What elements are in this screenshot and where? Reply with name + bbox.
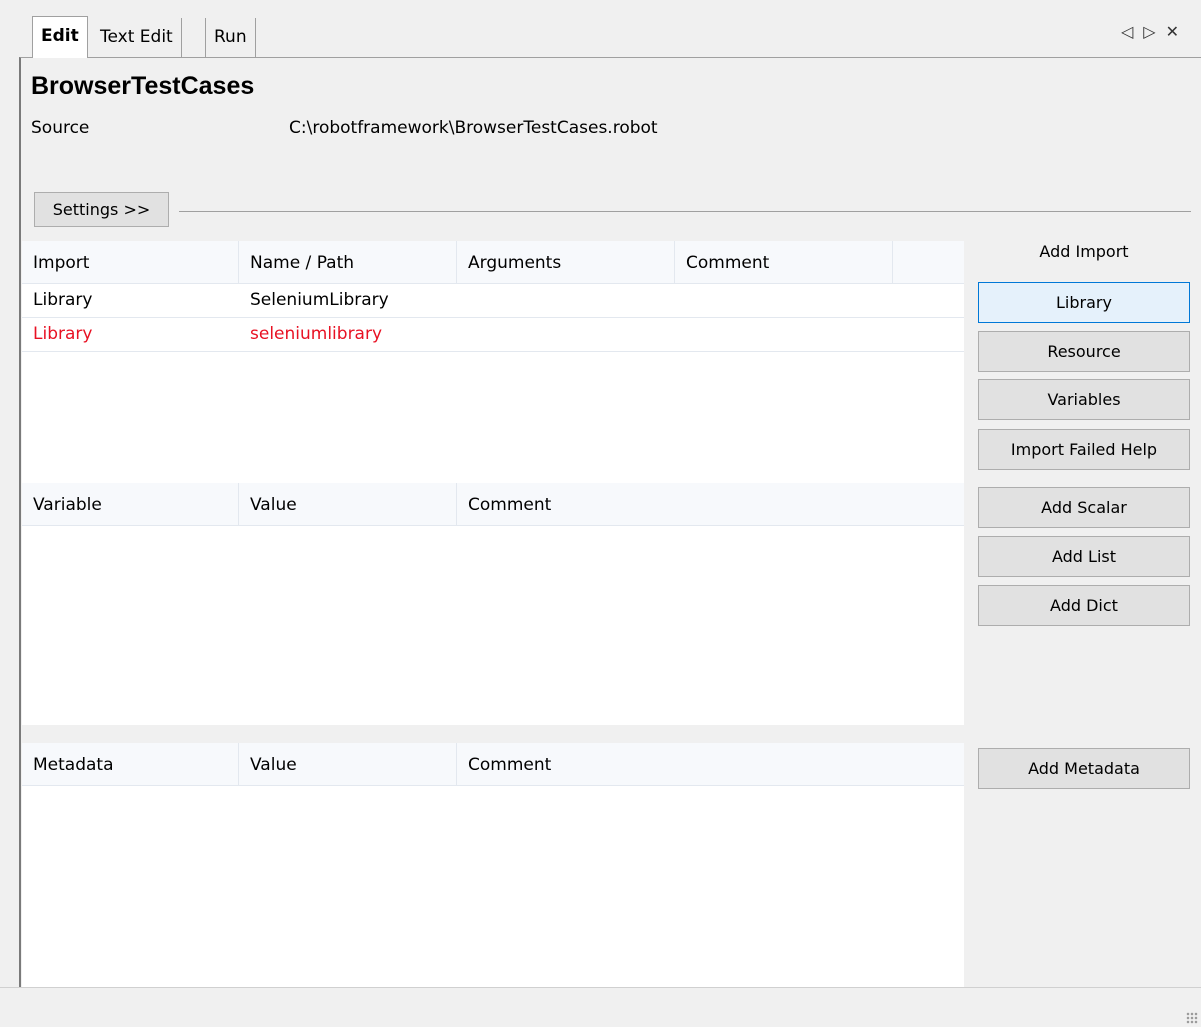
table-row[interactable]: Library seleniumlibrary [22,318,964,352]
settings-toggle-button[interactable]: Settings >> [34,192,169,227]
add-library-button[interactable]: Library [978,282,1190,323]
add-resource-button[interactable]: Resource [978,331,1190,372]
source-path: C:\robotframework\BrowserTestCases.robot [289,118,658,138]
column-header-value[interactable]: Value [239,743,457,786]
tab-strip: Edit Text Edit Run ◁▷✕ [0,0,1201,60]
variable-grid-header: Variable Value Comment [22,483,964,526]
status-bar [0,987,1201,1027]
metadata-grid[interactable]: Metadata Value Comment [22,743,964,988]
tab-prev-icon[interactable]: ◁ [1121,22,1143,41]
add-variables-button[interactable]: Variables [978,379,1190,420]
add-metadata-button[interactable]: Add Metadata [978,748,1190,789]
column-header-comment[interactable]: Comment [675,241,893,284]
add-scalar-button[interactable]: Add Scalar [978,487,1190,528]
tab-nav: ◁▷✕ [1121,22,1189,41]
settings-divider [179,211,1191,212]
column-header-import[interactable]: Import [22,241,239,284]
column-header-arguments[interactable]: Arguments [457,241,675,284]
source-label: Source [31,118,90,138]
tab-run[interactable]: Run [205,18,256,58]
import-name-cell[interactable]: SeleniumLibrary [239,284,389,318]
resize-grip-icon[interactable] [1186,1012,1198,1024]
tab-next-icon[interactable]: ▷ [1143,22,1165,41]
column-header-comment[interactable]: Comment [457,743,964,786]
page-title: BrowserTestCases [31,72,255,100]
import-type-cell[interactable]: Library [22,284,92,318]
variable-grid[interactable]: Variable Value Comment [22,483,964,725]
column-header-variable[interactable]: Variable [22,483,239,526]
import-grid[interactable]: Import Name / Path Arguments Comment Lib… [22,241,964,483]
import-type-cell[interactable]: Library [22,318,92,352]
column-header-extra [893,241,964,284]
column-header-metadata[interactable]: Metadata [22,743,239,786]
metadata-grid-header: Metadata Value Comment [22,743,964,786]
tab-text-edit[interactable]: Text Edit [92,18,182,58]
table-row[interactable]: Library SeleniumLibrary [22,284,964,318]
column-header-value[interactable]: Value [239,483,457,526]
suite-editor-panel: BrowserTestCases Source C:\robotframewor… [19,57,1201,988]
import-name-cell[interactable]: seleniumlibrary [239,318,382,352]
import-failed-help-button[interactable]: Import Failed Help [978,429,1190,470]
add-import-label: Add Import [1039,242,1129,261]
import-grid-header: Import Name / Path Arguments Comment [22,241,964,284]
tab-edit[interactable]: Edit [32,16,88,58]
add-dict-button[interactable]: Add Dict [978,585,1190,626]
add-list-button[interactable]: Add List [978,536,1190,577]
column-header-comment[interactable]: Comment [457,483,964,526]
column-header-name-path[interactable]: Name / Path [239,241,457,284]
tab-close-icon[interactable]: ✕ [1166,22,1189,41]
